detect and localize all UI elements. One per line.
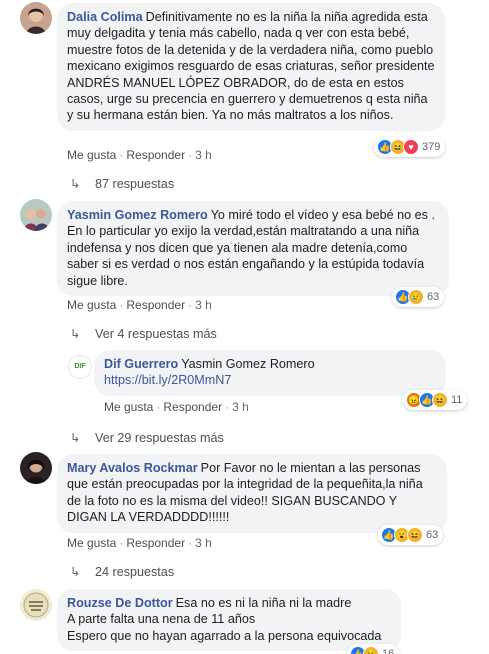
reply-button[interactable]: Responder xyxy=(163,400,222,414)
comment-bubble: Dif Guerrero Yasmin Gomez Romero https://… xyxy=(94,350,446,396)
avatar[interactable] xyxy=(20,452,52,484)
sad-reaction-icon: 😢 xyxy=(408,289,424,305)
reaction-count: 379 xyxy=(422,141,441,153)
reply-button[interactable]: Responder xyxy=(126,536,185,550)
reaction-count: 63 xyxy=(427,291,440,303)
comment-actions: Me gusta · Responder · 3 h xyxy=(67,148,212,162)
comment-bubble: Mary Avalos Rockmar Por Favor no le mient… xyxy=(57,454,447,533)
reaction-summary[interactable]: 👍 😮 😆 63 xyxy=(378,525,444,545)
replies-label[interactable]: Ver 29 respuestas más xyxy=(95,431,224,445)
haha-reaction-icon: 😆 xyxy=(432,392,448,408)
like-button[interactable]: Me gusta xyxy=(104,400,153,414)
like-button[interactable]: Me gusta xyxy=(67,536,116,550)
avatar[interactable]: DIF xyxy=(68,355,92,379)
reply-arrow-icon: ↳ xyxy=(70,327,81,341)
haha-reaction-icon: 😆 xyxy=(407,527,423,543)
reply-button[interactable]: Responder xyxy=(126,298,185,312)
avatar[interactable] xyxy=(20,199,52,231)
comment-time[interactable]: 3 h xyxy=(195,148,212,162)
like-button[interactable]: Me gusta xyxy=(67,148,116,162)
avatar[interactable] xyxy=(20,589,52,621)
comment-time[interactable]: 3 h xyxy=(195,536,212,550)
replies-label[interactable]: 87 respuestas xyxy=(95,177,174,191)
comment-text: Definitivamente no es la niña la niña ag… xyxy=(67,10,435,123)
view-replies-link[interactable]: ↳ Ver 29 respuestas más xyxy=(70,430,224,445)
mention-link[interactable]: Yasmin Gomez Romero xyxy=(181,357,314,371)
view-replies-link[interactable]: ↳ 24 respuestas xyxy=(70,564,174,579)
sad-reaction-icon: 😢 xyxy=(363,646,379,654)
comment-author[interactable]: Rouzse De Dottor xyxy=(67,596,173,610)
reaction-summary[interactable]: 👍 😆 ♥ 379 xyxy=(374,137,446,157)
comment-bubble: Rouzse De Dottor Esa no es ni la niña ni … xyxy=(57,589,401,652)
comment-actions: Me gusta · Responder · 3 h xyxy=(104,400,249,414)
reply-arrow-icon: ↳ xyxy=(70,565,81,579)
reaction-summary[interactable]: 👍 😢 16 xyxy=(347,644,400,654)
view-replies-link[interactable]: ↳ 87 respuestas xyxy=(70,176,174,191)
reply-button[interactable]: Responder xyxy=(126,148,185,162)
comment-author[interactable]: Dalia Colima xyxy=(67,10,143,24)
comment-time[interactable]: 3 h xyxy=(195,298,212,312)
reaction-summary[interactable]: 😠 👍 😆 11 xyxy=(403,390,468,410)
comment-author[interactable]: Mary Avalos Rockmar xyxy=(67,461,198,475)
avatar-logo-text: DIF xyxy=(74,363,86,370)
comment-author[interactable]: Yasmin Gomez Romero xyxy=(67,208,208,222)
view-replies-link[interactable]: ↳ Ver 4 respuestas más xyxy=(70,326,217,341)
reply-arrow-icon: ↳ xyxy=(70,431,81,445)
avatar[interactable] xyxy=(20,2,52,34)
replies-label[interactable]: 24 respuestas xyxy=(95,565,174,579)
reaction-count: 63 xyxy=(426,529,439,541)
comment-author[interactable]: Dif Guerrero xyxy=(104,357,178,371)
like-button[interactable]: Me gusta xyxy=(67,298,116,312)
comment-actions: Me gusta · Responder · 3 h xyxy=(67,298,212,312)
comment-bubble: Dalia Colima Definitivamente no es la niñ… xyxy=(57,3,445,131)
replies-label[interactable]: Ver 4 respuestas más xyxy=(95,327,217,341)
love-reaction-icon: ♥ xyxy=(403,139,419,155)
reaction-count: 16 xyxy=(382,648,395,654)
external-link[interactable]: https://bit.ly/2R0MmN7 xyxy=(104,373,231,387)
comment-actions: Me gusta · Responder · 3 h xyxy=(67,536,212,550)
comment-time[interactable]: 3 h xyxy=(232,400,249,414)
comment-bubble: Yasmin Gomez Romero Yo miré todo el vídeo… xyxy=(57,201,449,297)
reply-arrow-icon: ↳ xyxy=(70,177,81,191)
reaction-count: 11 xyxy=(451,394,463,406)
reaction-summary[interactable]: 👍 😢 63 xyxy=(392,287,445,307)
